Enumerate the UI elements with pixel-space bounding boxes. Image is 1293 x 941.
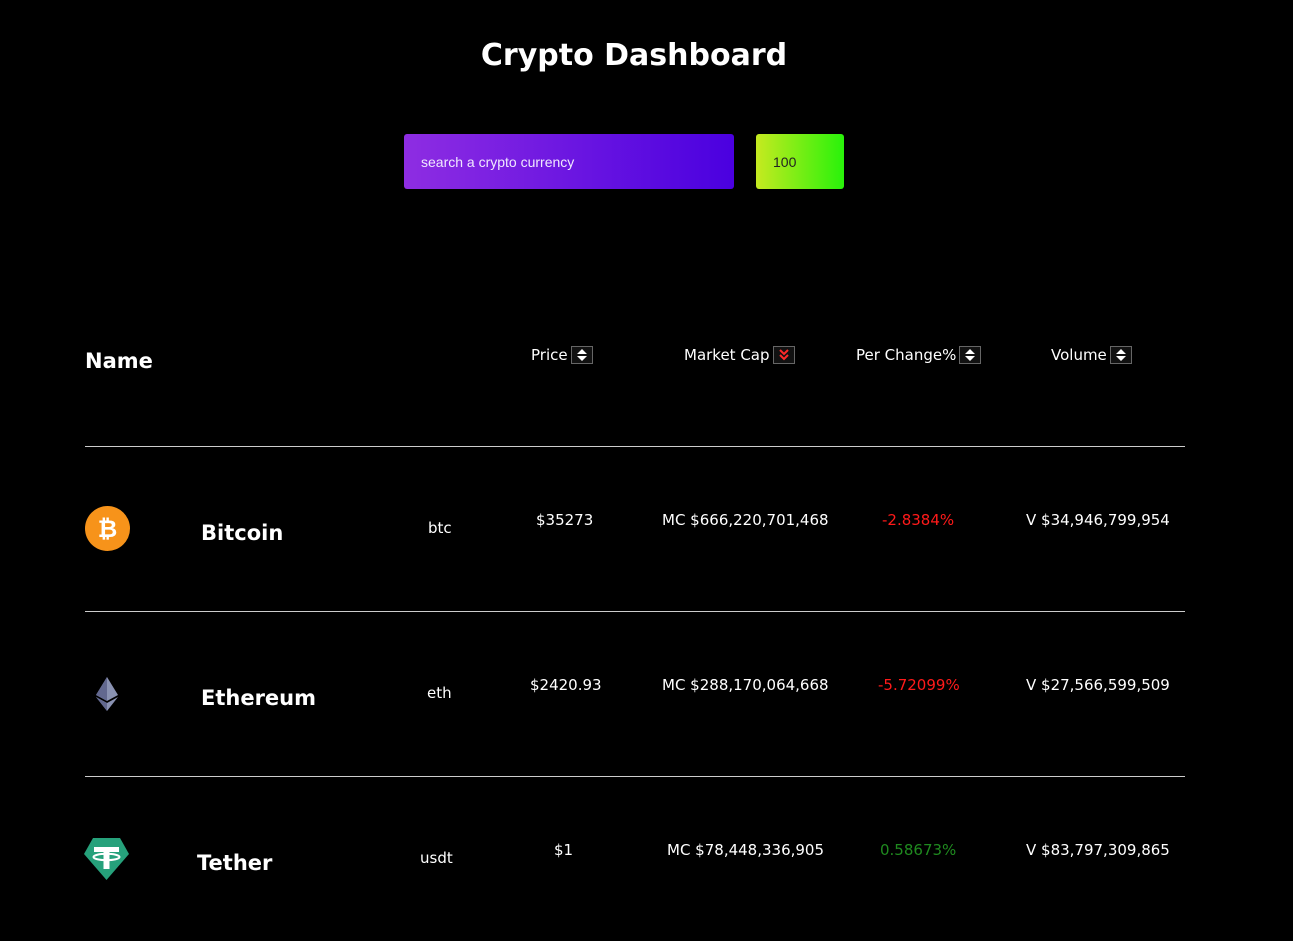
name-column-header: Name: [85, 349, 153, 373]
volume-sort-button[interactable]: [1109, 346, 1132, 364]
row-divider: [85, 776, 1185, 777]
coin-market-cap: MC $288,170,064,668: [662, 676, 829, 694]
per-change-header-label: Per Change%: [856, 346, 957, 364]
sort-descending-icon: [778, 349, 789, 361]
coin-symbol: eth: [427, 684, 452, 702]
coin-price: $2420.93: [530, 676, 602, 694]
per-change-column-header: Per Change%: [856, 346, 982, 364]
coin-volume: V $34,946,799,954: [1026, 511, 1170, 529]
row-divider: [85, 446, 1185, 447]
coin-symbol: usdt: [420, 849, 453, 867]
coin-price: $1: [554, 841, 574, 859]
sort-icon: [1115, 349, 1126, 361]
coin-percent-change: 0.58673%: [880, 841, 957, 859]
per-change-sort-button[interactable]: [959, 346, 982, 364]
coin-name: Ethereum: [201, 686, 317, 710]
sort-icon: [576, 349, 587, 361]
coin-market-cap: MC $666,220,701,468: [662, 511, 829, 529]
tether-icon: [84, 838, 129, 880]
volume-column-header: Volume: [1051, 346, 1132, 364]
market-cap-header-label: Market Cap: [684, 346, 770, 364]
row-divider: [85, 611, 1185, 612]
bitcoin-icon: ₿: [85, 506, 130, 551]
coin-name: Tether: [197, 851, 273, 875]
volume-header-label: Volume: [1051, 346, 1107, 364]
coin-volume: V $83,797,309,865: [1026, 841, 1170, 859]
coin-volume: V $27,566,599,509: [1026, 676, 1170, 694]
market-cap-column-header: Market Cap: [684, 346, 795, 364]
svg-text:₿: ₿: [98, 515, 118, 543]
coin-market-cap: MC $78,448,336,905: [667, 841, 825, 859]
coin-percent-change: -5.72099%: [878, 676, 960, 694]
price-sort-button[interactable]: [570, 346, 593, 364]
search-input[interactable]: [404, 134, 734, 189]
market-cap-sort-button[interactable]: [772, 346, 795, 364]
price-header-label: Price: [531, 346, 568, 364]
coin-name: Bitcoin: [201, 521, 284, 545]
ethereum-icon: [96, 677, 118, 711]
coin-symbol: btc: [428, 519, 452, 537]
sort-icon: [965, 349, 976, 361]
price-column-header: Price: [531, 346, 593, 364]
coin-percent-change: -2.8384%: [882, 511, 955, 529]
coin-price: $35273: [536, 511, 594, 529]
page-title: Crypto Dashboard: [480, 38, 788, 73]
currency-count-input[interactable]: [756, 134, 844, 189]
